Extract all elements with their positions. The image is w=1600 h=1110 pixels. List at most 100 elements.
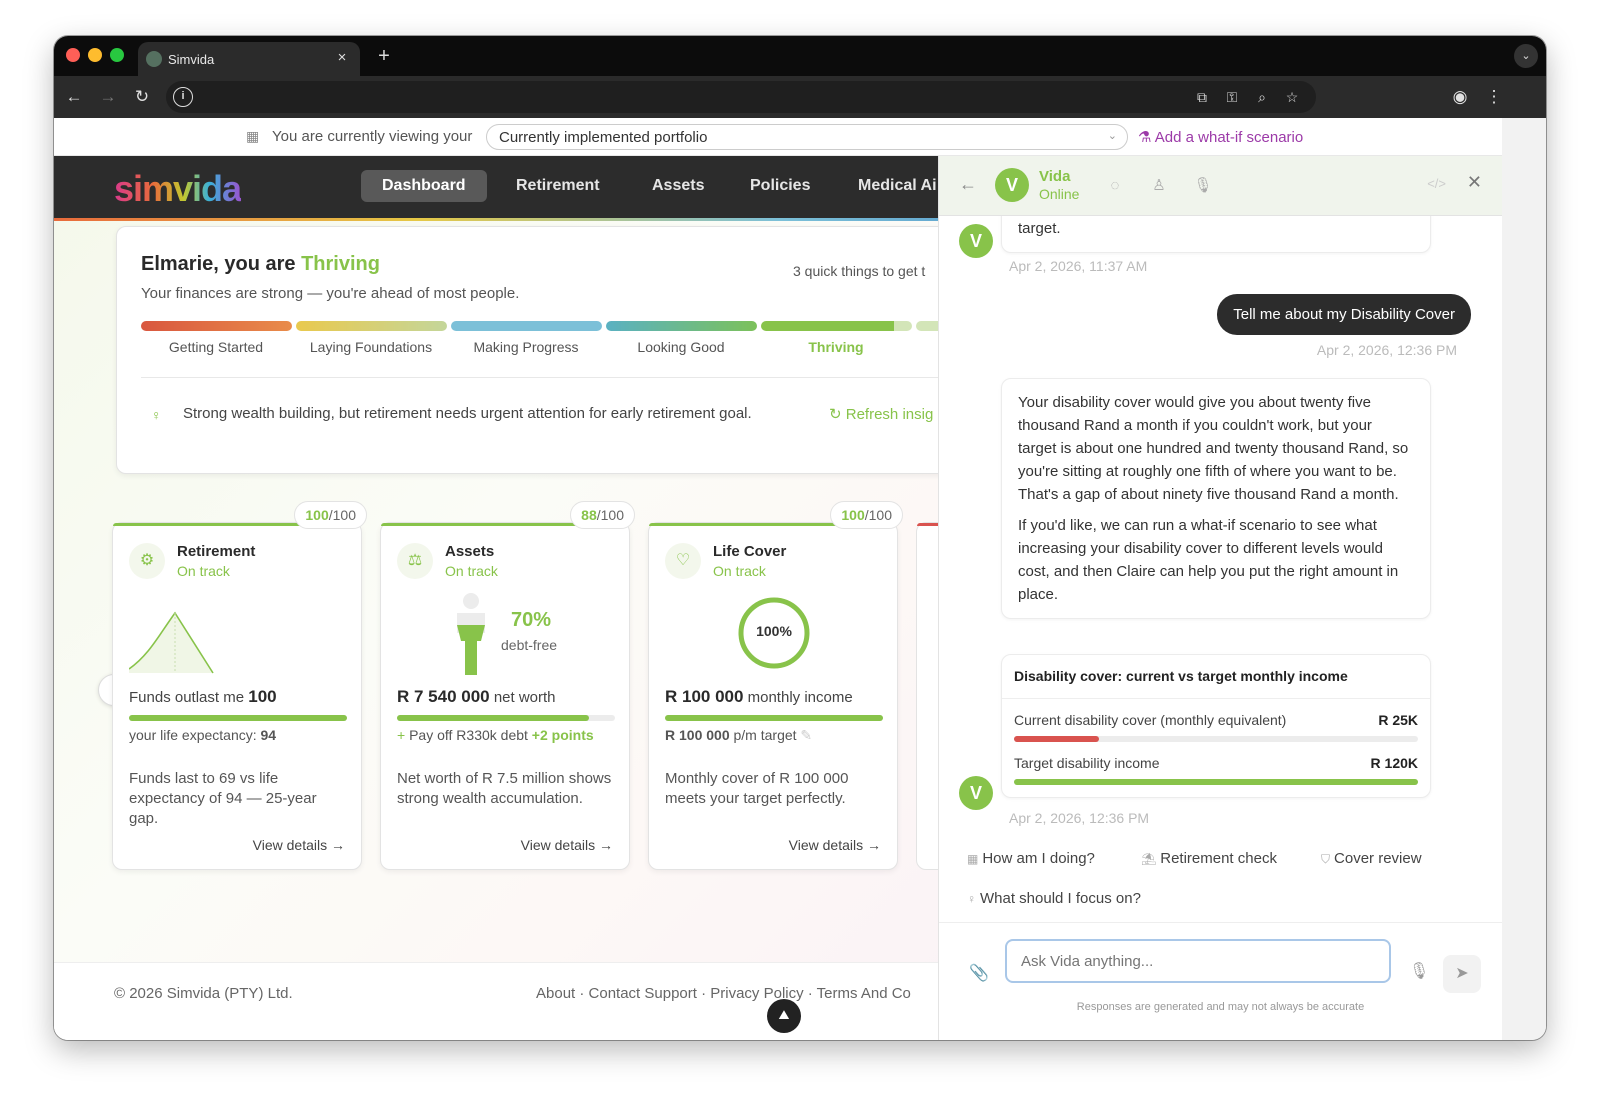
reload-icon[interactable]: ↻ bbox=[130, 85, 154, 109]
add-what-if-button[interactable]: ⚗ Add a what-if scenario bbox=[1138, 128, 1303, 146]
browser-menu-icon[interactable]: ⋮ bbox=[1482, 85, 1506, 109]
stage-segment-current bbox=[761, 321, 912, 331]
chat-input[interactable] bbox=[1005, 939, 1391, 983]
card-description: Monthly cover of R 100 000 meets your ta… bbox=[665, 770, 849, 807]
history-icon[interactable]: ◌ bbox=[1103, 174, 1127, 198]
score-value: 100 bbox=[841, 507, 865, 523]
edit-pencil-icon[interactable]: ✎ bbox=[800, 727, 812, 743]
card-title: Assets bbox=[445, 543, 495, 560]
stage-segment bbox=[141, 321, 292, 331]
view-details-link[interactable]: View details → bbox=[521, 837, 613, 853]
close-icon[interactable]: ✕ bbox=[1467, 172, 1482, 193]
suggestion-chip[interactable]: ♀ What should I focus on? bbox=[967, 890, 1141, 907]
quick-things-link[interactable]: 3 quick things to get t bbox=[793, 263, 925, 279]
microphone-icon[interactable]: 🎙 bbox=[1409, 961, 1429, 981]
progress-bar bbox=[397, 715, 615, 721]
card-status: On track bbox=[713, 563, 766, 579]
copyright: © 2026 Simvida (PTY) Ltd. bbox=[114, 985, 293, 1002]
paperclip-icon[interactable]: 📎 bbox=[969, 963, 989, 983]
browser-tab[interactable]: Simvida × bbox=[138, 42, 360, 76]
profile-icon[interactable]: ◉ bbox=[1448, 85, 1472, 109]
forward-arrow-icon[interactable]: → bbox=[96, 85, 120, 109]
maximize-window-button[interactable] bbox=[110, 48, 124, 62]
stage-label: Looking Good bbox=[637, 339, 725, 355]
nav-dashboard[interactable]: Dashboard bbox=[361, 170, 487, 202]
chevron-down-icon: ⌄ bbox=[1107, 130, 1117, 142]
stage-segment bbox=[606, 321, 757, 331]
progress-bar bbox=[129, 715, 347, 721]
close-window-button[interactable] bbox=[66, 48, 80, 62]
gear-icon: ⚙ bbox=[129, 543, 165, 579]
cover-row-value: R 120K bbox=[1370, 755, 1418, 771]
hero-subtitle: Your finances are strong — you're ahead … bbox=[141, 285, 520, 302]
zoom-icon[interactable]: ⌕ bbox=[1252, 87, 1272, 107]
suggestion-label: How am I doing? bbox=[982, 850, 1095, 867]
tab-search-button[interactable]: ⌄ bbox=[1514, 44, 1538, 68]
page-content: ▦ You are currently viewing your Current… bbox=[54, 118, 1502, 1040]
suggestion-chip[interactable]: ⛉ Cover review bbox=[1321, 850, 1422, 867]
back-arrow-icon[interactable]: ← bbox=[959, 174, 977, 195]
stage-label: Getting Started bbox=[168, 339, 264, 355]
minimize-window-button[interactable] bbox=[88, 48, 102, 62]
suggestion-chips: ▦ How am I doing? ⛱ Retirement check ⛉ Cove… bbox=[939, 850, 1502, 910]
favicon-icon bbox=[146, 51, 162, 67]
chart-icon: ▦ bbox=[967, 852, 979, 866]
retirement-card[interactable]: 100/100 ⚙ Retirement On track Funds outl… bbox=[112, 501, 367, 870]
view-details-link[interactable]: View details → bbox=[253, 837, 345, 853]
install-app-icon[interactable]: ⧉ bbox=[1192, 87, 1212, 107]
portfolio-select[interactable]: Currently implemented portfolio ⌄ bbox=[486, 124, 1128, 150]
back-arrow-icon[interactable]: ← bbox=[62, 85, 86, 109]
debt-free-caption: debt-free bbox=[501, 637, 558, 653]
devtools-mountain-icon[interactable]: ⛰ bbox=[767, 999, 801, 1033]
current-cover-fill bbox=[1014, 736, 1099, 742]
bookmark-star-icon[interactable]: ☆ bbox=[1282, 87, 1302, 107]
metric-value: R 7 540 000 bbox=[397, 687, 490, 706]
nav-retirement[interactable]: Retirement bbox=[495, 170, 621, 202]
card-status: On track bbox=[445, 563, 498, 579]
score-max: /100 bbox=[864, 507, 892, 523]
view-details-link[interactable]: View details → bbox=[789, 837, 881, 853]
password-key-icon[interactable]: ⚿ bbox=[1222, 87, 1242, 107]
cover-row: Target disability income R 120K bbox=[1014, 752, 1418, 775]
lightbulb-icon: ♀ bbox=[151, 407, 162, 423]
send-button[interactable]: ➤ bbox=[1443, 955, 1481, 993]
cover-card-title: Disability cover: current vs target mont… bbox=[1002, 665, 1430, 699]
suggestion-chip[interactable]: ▦ How am I doing? bbox=[967, 850, 1095, 867]
cover-row-value: R 25K bbox=[1378, 712, 1418, 728]
url-field[interactable]: i ⧉ ⚿ ⌕ ☆ bbox=[166, 81, 1316, 113]
tab-close-button[interactable]: × bbox=[332, 48, 352, 68]
cover-row: Current disability cover (monthly equiva… bbox=[1014, 709, 1418, 732]
chat-composer: 📎 🎙 ➤ Responses are generated and may no… bbox=[939, 922, 1502, 1040]
code-icon[interactable]: </> bbox=[1427, 176, 1446, 191]
metric-label: net worth bbox=[493, 689, 556, 706]
flask-icon: ⚗ bbox=[1138, 129, 1155, 146]
debt-free-percent: 70% bbox=[511, 609, 552, 631]
site-info-icon[interactable]: i bbox=[173, 87, 193, 107]
nav-policies[interactable]: Policies bbox=[729, 170, 831, 202]
assets-card[interactable]: 88/100 ⚖ Assets On track 70% debt-free R… bbox=[380, 501, 635, 870]
nav-assets[interactable]: Assets bbox=[631, 170, 725, 202]
message-paragraph: Your disability cover would give you abo… bbox=[1018, 394, 1409, 503]
simvida-logo[interactable]: simvida bbox=[114, 168, 242, 210]
greeting: Elmarie, you are bbox=[141, 253, 302, 275]
message-paragraph: If you'd like, we can run a what-if scen… bbox=[1018, 517, 1399, 603]
suggestion-chip[interactable]: ⛱ Retirement check bbox=[1141, 850, 1277, 867]
suggestion-label: Cover review bbox=[1334, 850, 1422, 867]
portfolio-select-value: Currently implemented portfolio bbox=[499, 129, 708, 146]
advisor-icon[interactable]: ♙ bbox=[1147, 174, 1171, 198]
card-title: Retirement bbox=[177, 543, 256, 560]
footer-links[interactable]: About · Contact Support · Privacy Policy… bbox=[536, 985, 911, 1002]
address-bar: ← → ↻ i ⧉ ⚿ ⌕ ☆ ◉ ⋮ bbox=[54, 76, 1546, 118]
refresh-insights-button[interactable]: ↻ Refresh insig bbox=[829, 405, 933, 423]
life-cover-card[interactable]: 100/100 ♡ Life Cover On track 100% R 100… bbox=[648, 501, 903, 870]
sub-value: R 100 000 bbox=[665, 727, 730, 743]
progress-fill bbox=[397, 715, 589, 721]
new-tab-button[interactable]: + bbox=[372, 44, 396, 68]
scales-icon: ⚖ bbox=[397, 543, 433, 579]
divider bbox=[141, 377, 997, 378]
assistant-status: Online bbox=[1039, 186, 1080, 202]
message-list: target. V Apr 2, 2026, 11:37 AM Tell me … bbox=[939, 216, 1499, 826]
wellness-status: Thriving bbox=[301, 253, 380, 275]
card-sub: your life expectancy: 94 bbox=[129, 727, 276, 743]
microphone-icon[interactable]: 🎙 bbox=[1191, 174, 1215, 198]
